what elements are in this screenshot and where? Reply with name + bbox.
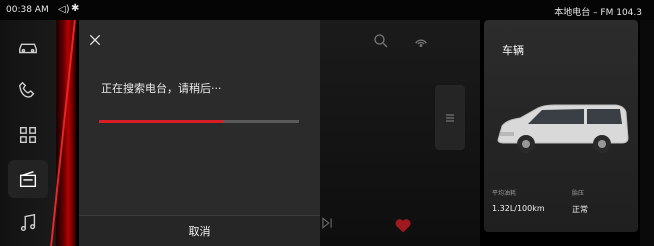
fuel-consumption-label: 平均油耗 — [492, 190, 517, 197]
heart-icon[interactable] — [392, 215, 414, 235]
vehicle-title: 车辆 — [502, 44, 524, 57]
red-accent-decoration — [56, 20, 76, 246]
music-icon — [20, 213, 36, 232]
search-progress-fill — [99, 120, 223, 123]
nav-item-radio[interactable] — [8, 160, 48, 198]
status-time: 00:38 AM — [6, 5, 49, 15]
radio-panel — [320, 20, 480, 246]
cancel-button[interactable]: 取消 — [79, 216, 320, 246]
left-nav — [0, 20, 57, 246]
search-progress-bar — [99, 120, 299, 123]
dialog-message: 正在搜索电台，请稍后··· — [101, 82, 222, 95]
right-edge — [640, 20, 654, 246]
vehicle-card[interactable]: 车辆 平均油耗 1.32L/100km 胎压 正常 — [484, 20, 638, 232]
vehicle-image — [497, 104, 629, 153]
skip-next-icon[interactable] — [320, 215, 334, 231]
tire-pressure-value: 正常 — [572, 205, 588, 214]
close-icon[interactable] — [88, 33, 102, 47]
phone-icon — [19, 81, 35, 98]
signal-icon[interactable] — [412, 32, 430, 50]
status-station: 本地电台 – FM 104.3 — [554, 8, 642, 18]
nav-item-phone[interactable] — [8, 72, 48, 110]
radio-icon — [19, 171, 37, 188]
nav-item-car[interactable] — [8, 28, 48, 66]
nav-item-apps[interactable] — [8, 116, 48, 154]
volume-icon: ◁) — [58, 4, 70, 15]
station-list-button[interactable] — [435, 85, 465, 150]
car-icon — [19, 43, 37, 54]
search-icon[interactable] — [372, 32, 390, 50]
status-bar: 00:38 AM ◁) ✱ 本地电台 – FM 104.3 — [0, 0, 654, 20]
bluetooth-icon: ✱ — [71, 3, 80, 14]
tire-pressure-label: 胎压 — [572, 190, 585, 197]
apps-grid-icon — [19, 126, 37, 144]
nav-item-music[interactable] — [8, 204, 48, 242]
fuel-consumption-value: 1.32L/100km — [492, 204, 545, 213]
list-icon — [446, 114, 454, 121]
search-dialog: 正在搜索电台，请稍后··· 取消 — [79, 20, 320, 246]
